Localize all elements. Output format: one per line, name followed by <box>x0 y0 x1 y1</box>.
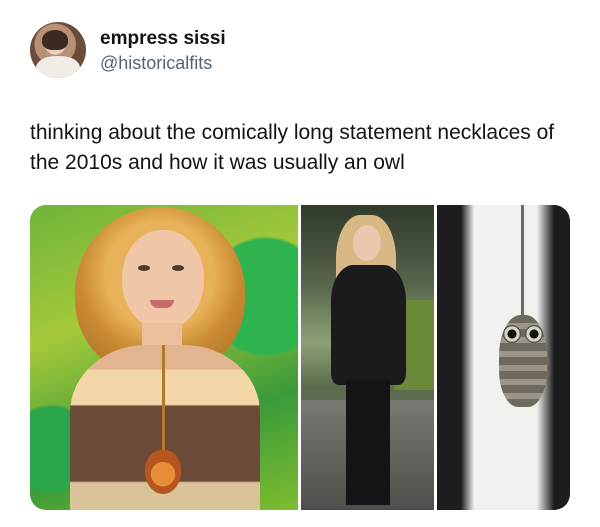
avatar-hair <box>42 30 68 50</box>
photo-1-right-eye <box>172 265 184 271</box>
photo-1-face <box>122 230 204 330</box>
photo-2-face <box>353 225 381 261</box>
media-grid <box>30 205 570 510</box>
photo-2-legs <box>346 380 390 505</box>
photo-1-owl-pendant <box>145 450 181 494</box>
photo-1-necklace-chain <box>162 345 165 455</box>
photo-3-necklace-chain <box>521 205 524 315</box>
photo-2-coat <box>331 265 406 385</box>
media-photo-3[interactable] <box>437 205 570 510</box>
avatar-dress <box>36 56 80 78</box>
photo-3-owl-left-eye <box>503 325 521 343</box>
media-photo-2[interactable] <box>301 205 434 510</box>
avatar[interactable] <box>30 22 86 78</box>
author-handle[interactable]: @historicalfits <box>100 53 212 74</box>
photo-1-left-eye <box>138 265 150 271</box>
tweet-post: empress sissi @historicalfits thinking a… <box>0 0 600 527</box>
photo-3-owl-right-eye <box>525 325 543 343</box>
author-display-name[interactable]: empress sissi <box>100 28 226 50</box>
tweet-text: thinking about the comically long statem… <box>30 121 555 174</box>
media-photo-1[interactable] <box>30 205 298 510</box>
